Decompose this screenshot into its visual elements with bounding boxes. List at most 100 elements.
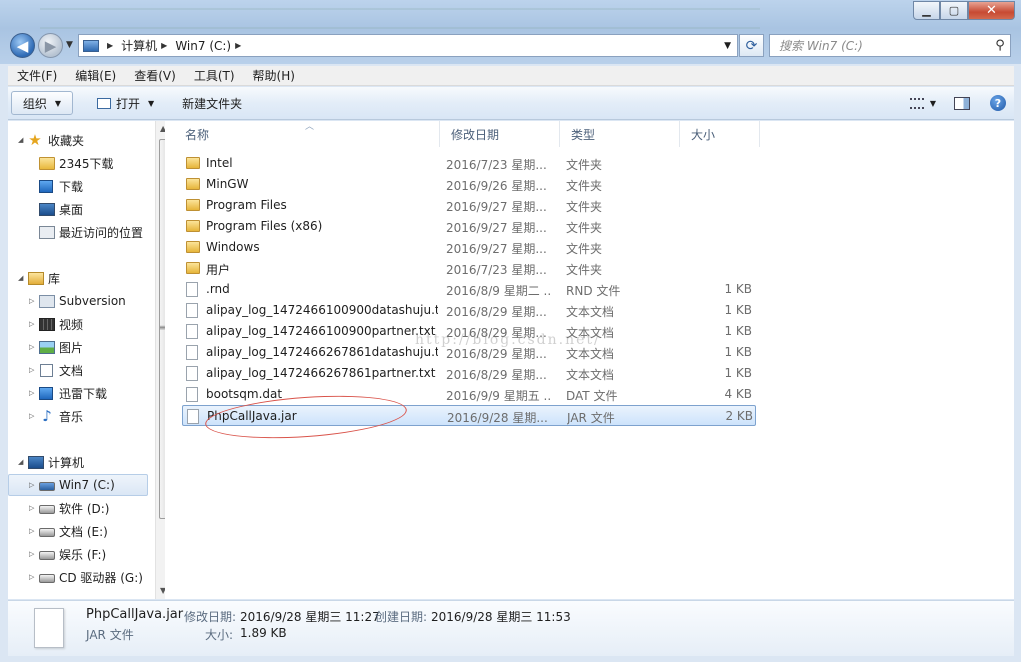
nav-libraries-label: 库 bbox=[48, 271, 61, 286]
nav-computer[interactable]: ◢ 计算机 bbox=[8, 451, 148, 473]
expanded-arrow-icon[interactable]: ◢ bbox=[18, 458, 23, 466]
column-header-size[interactable]: 大小 bbox=[680, 121, 760, 147]
collapsed-arrow-icon[interactable]: ▷ bbox=[29, 412, 34, 420]
nav-item-drive-g[interactable]: ▷ CD 驱动器 (G:) bbox=[8, 566, 148, 588]
file-type: 文件夹 bbox=[566, 242, 603, 256]
chevron-right-icon[interactable]: ▶ bbox=[235, 41, 241, 50]
nav-item-label: 桌面 bbox=[59, 202, 84, 217]
nav-item-subversion[interactable]: ▷ Subversion bbox=[8, 290, 148, 312]
organize-button[interactable]: 组织 ▼ bbox=[11, 91, 73, 115]
menu-help[interactable]: 帮助(H) bbox=[244, 67, 304, 84]
file-row[interactable]: alipay_log_1472466267861partner.txt 2016/… bbox=[182, 363, 756, 384]
nav-item-drive-d[interactable]: ▷ 软件 (D:) bbox=[8, 497, 148, 519]
collapsed-arrow-icon[interactable]: ▷ bbox=[29, 481, 34, 489]
nav-item-desktop[interactable]: 桌面 bbox=[8, 198, 148, 220]
recent-pages-dropdown-icon[interactable]: ▼ bbox=[66, 40, 73, 50]
file-row[interactable]: Program Files (x86) 2016/9/27 星期... 文件夹 bbox=[182, 216, 756, 237]
file-type: JAR 文件 bbox=[567, 411, 615, 425]
file-date: 2016/9/27 星期... bbox=[446, 200, 547, 214]
collapsed-arrow-icon[interactable]: ▷ bbox=[29, 527, 34, 535]
file-name: Intel bbox=[206, 156, 233, 170]
search-icon[interactable]: ⚲ bbox=[990, 38, 1010, 53]
file-name: alipay_log_1472466267861datashuju.t... bbox=[206, 345, 438, 359]
file-row[interactable]: Windows 2016/9/27 星期... 文件夹 bbox=[182, 237, 756, 258]
search-box[interactable]: ⚲ bbox=[769, 34, 1011, 57]
file-name: .rnd bbox=[206, 282, 230, 296]
new-folder-button[interactable]: 新建文件夹 bbox=[172, 91, 252, 115]
file-row[interactable]: bootsqm.dat 2016/9/9 星期五 ... DAT 文件 4 KB bbox=[182, 384, 756, 405]
file-icon bbox=[186, 345, 198, 360]
nav-item-drive-f[interactable]: ▷ 娱乐 (F:) bbox=[8, 543, 148, 565]
forward-button[interactable]: ▶ bbox=[38, 33, 63, 58]
desktop-icon bbox=[39, 202, 55, 216]
collapsed-arrow-icon[interactable]: ▷ bbox=[29, 389, 34, 397]
address-bar[interactable]: ▶ 计算机 ▶ Win7 (C:) ▶ ▼ bbox=[78, 34, 738, 57]
nav-item-drive-c[interactable]: ▷ Win7 (C:) bbox=[8, 474, 148, 496]
menu-file[interactable]: 文件(F) bbox=[8, 67, 66, 84]
file-row[interactable]: Program Files 2016/9/27 星期... 文件夹 bbox=[182, 195, 756, 216]
file-row[interactable]: PhpCallJava.jar 2016/9/28 星期... JAR 文件 2 KB bbox=[182, 405, 756, 426]
file-date: 2016/7/23 星期... bbox=[446, 263, 547, 277]
view-dropdown-icon[interactable]: ▼ bbox=[930, 99, 936, 108]
file-row[interactable]: .rnd 2016/8/9 星期二 ... RND 文件 1 KB bbox=[182, 279, 756, 300]
file-row[interactable]: MinGW 2016/9/26 星期... 文件夹 bbox=[182, 174, 756, 195]
menu-view[interactable]: 查看(V) bbox=[125, 67, 185, 84]
collapsed-arrow-icon[interactable]: ▷ bbox=[29, 550, 34, 558]
cd-drive-icon bbox=[39, 574, 55, 583]
menu-bar: 文件(F) 编辑(E) 查看(V) 工具(T) 帮助(H) bbox=[8, 66, 1014, 86]
minimize-icon[interactable]: ▁ bbox=[913, 1, 940, 20]
close-icon[interactable]: ✕ bbox=[968, 1, 1015, 20]
nav-item-xunlei-downloads[interactable]: ▷ 迅雷下载 bbox=[8, 382, 148, 404]
file-icon bbox=[186, 303, 198, 318]
collapsed-arrow-icon[interactable]: ▷ bbox=[29, 320, 34, 328]
collapsed-arrow-icon[interactable]: ▷ bbox=[29, 297, 34, 305]
folder-icon bbox=[186, 199, 200, 211]
computer-icon bbox=[28, 455, 44, 469]
file-date: 2016/8/29 星期... bbox=[446, 368, 547, 382]
refresh-icon[interactable]: ⟳ bbox=[739, 34, 764, 57]
collapsed-arrow-icon[interactable]: ▷ bbox=[29, 343, 34, 351]
video-icon bbox=[39, 317, 55, 331]
nav-item-label: 图片 bbox=[59, 340, 84, 355]
column-name-label: 名称 bbox=[185, 127, 210, 142]
chevron-right-icon[interactable]: ▶ bbox=[107, 41, 113, 50]
nav-libraries[interactable]: ◢ 库 bbox=[8, 267, 148, 289]
file-size: 4 KB bbox=[724, 387, 752, 401]
file-row[interactable]: 用户 2016/7/23 星期... 文件夹 bbox=[182, 258, 756, 279]
open-button[interactable]: 打开 ▼ bbox=[87, 91, 164, 115]
nav-item-drive-e[interactable]: ▷ 文档 (E:) bbox=[8, 520, 148, 542]
collapsed-arrow-icon[interactable]: ▷ bbox=[29, 573, 34, 581]
menu-tools[interactable]: 工具(T) bbox=[185, 67, 244, 84]
nav-item-recent-places[interactable]: 最近访问的位置 bbox=[8, 221, 148, 243]
search-input[interactable] bbox=[770, 38, 990, 53]
address-dropdown-icon[interactable]: ▼ bbox=[724, 41, 731, 51]
nav-item-downloads[interactable]: 下载 bbox=[8, 175, 148, 197]
nav-item-label: 下载 bbox=[59, 179, 84, 194]
file-name: alipay_log_1472466267861partner.txt bbox=[206, 366, 436, 380]
nav-favorites[interactable]: ◢ ★ 收藏夹 bbox=[8, 129, 148, 151]
breadcrumb-drive-c[interactable]: Win7 (C:) bbox=[175, 39, 231, 53]
view-options-icon[interactable] bbox=[909, 97, 924, 109]
nav-item-documents[interactable]: ▷ 文档 bbox=[8, 359, 148, 381]
expanded-arrow-icon[interactable]: ◢ bbox=[18, 136, 23, 144]
breadcrumb-computer[interactable]: 计算机 bbox=[121, 37, 157, 54]
back-button[interactable]: ◀ bbox=[10, 33, 35, 58]
file-row[interactable]: Intel 2016/7/23 星期... 文件夹 bbox=[182, 153, 756, 174]
nav-item-music[interactable]: ▷ ♪ 音乐 bbox=[8, 405, 148, 427]
menu-edit[interactable]: 编辑(E) bbox=[66, 67, 125, 84]
column-header-date[interactable]: 修改日期 bbox=[440, 121, 560, 147]
column-header-type[interactable]: 类型 bbox=[560, 121, 680, 147]
nav-item-2345-downloads[interactable]: 2345下载 bbox=[8, 152, 148, 174]
collapsed-arrow-icon[interactable]: ▷ bbox=[29, 366, 34, 374]
collapsed-arrow-icon[interactable]: ▷ bbox=[29, 504, 34, 512]
expanded-arrow-icon[interactable]: ◢ bbox=[18, 274, 23, 282]
nav-item-videos[interactable]: ▷ 视频 bbox=[8, 313, 148, 335]
nav-item-pictures[interactable]: ▷ 图片 bbox=[8, 336, 148, 358]
file-row[interactable]: alipay_log_1472466100900datashuju.t... 20… bbox=[182, 300, 756, 321]
file-preview-icon bbox=[34, 608, 64, 648]
chevron-right-icon[interactable]: ▶ bbox=[161, 41, 167, 50]
help-icon[interactable]: ? bbox=[990, 95, 1006, 111]
preview-pane-icon[interactable] bbox=[954, 96, 970, 110]
column-header-name[interactable]: 名称 bbox=[174, 121, 440, 147]
maximize-icon[interactable]: ▢ bbox=[940, 1, 968, 20]
